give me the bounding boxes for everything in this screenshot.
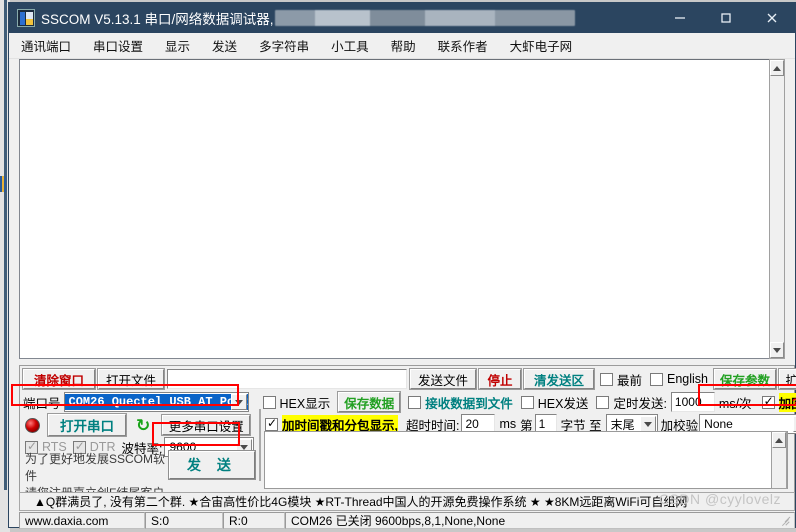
crlf-checkbox[interactable]: 加回车换行 [761,392,796,412]
clear-window-button[interactable]: 清除窗口 [22,368,96,390]
port-select-chevron-down-icon[interactable] [230,394,247,410]
clear-send-area-button[interactable]: 清发送区 [523,368,595,390]
port-row: 端口号 COM26 Quectel USB AT Port HEX显示 保存数据… [23,391,796,413]
receive-text-area[interactable] [19,59,779,359]
menu-item-tools[interactable]: 小工具 [331,36,369,55]
status-bar: www.daxia.com S:0 R:0 COM26 已关闭 9600bps,… [19,512,795,529]
send-file-button[interactable]: 发送文件 [409,368,477,390]
port-select-value: COM26 Quectel USB AT Port [64,394,248,410]
serial-row: 打开串口 ↻ 更多串口设置 [25,413,252,437]
english-checkbox[interactable]: English [650,372,708,386]
stop-button[interactable]: 停止 [478,368,522,390]
annotation-question-mark: ? [792,397,796,409]
panel-divider [259,409,261,481]
extend-button[interactable]: 扩展 [778,368,796,390]
scroll-down-icon[interactable] [770,342,784,358]
timed-send-unit-label: ms/次 [718,396,752,411]
timed-send-label: 定时发送: [613,396,667,411]
send-button[interactable]: 发 送 [168,450,256,480]
timestamp-checkbox-box[interactable] [265,416,278,431]
save-params-button[interactable]: 保存参数 [713,368,778,390]
topmost-label: 最前 [617,373,643,388]
menu-item-help[interactable]: 帮助 [391,36,416,55]
toolbar-row: 清除窗口 打开文件 发送文件 停止 清发送区 最前 English 保存参数 扩… [22,368,796,390]
send-text-area[interactable] [264,431,788,489]
hex-display-checkbox-box[interactable] [262,395,276,409]
status-led-icon [25,417,40,433]
port-number-label: 端口号 [23,396,61,411]
timeout-unit-label: ms [499,417,517,431]
timed-send-checkbox[interactable]: 定时发送: [596,393,667,412]
window-title: SSCOM V5.13.1 串口/网络数据调试器, [41,12,274,27]
window-controls [657,3,795,33]
title-redaction-block [274,10,575,26]
hex-send-checkbox-box[interactable] [520,395,534,409]
status-received: R:0 [223,512,285,529]
scroll-up-icon[interactable] [770,60,784,76]
topmost-checkbox[interactable]: 最前 [600,370,642,389]
status-sent: S:0 [145,512,223,529]
topmost-checkbox-box[interactable] [600,372,613,386]
hex-display-label: HEX显示 [279,396,331,411]
menu-item-multi-string[interactable]: 多字符串 [259,36,309,55]
byte-end-select-value: 末尾 [610,417,635,432]
recv-to-file-checkbox-box[interactable] [408,395,422,409]
sscom-main-window: SSCOM V5.13.1 串口/网络数据调试器, 通讯端口 串口设置 显示 发… [8,2,796,529]
promo-line-1: 为了更好地发展SSCOM软件 [25,452,166,483]
promo-note: 为了更好地发展SSCOM软件 请您注册嘉立创F结尾客户 [25,451,173,500]
recv-to-file-label: 接收数据到文件 [425,396,513,411]
checksum-select-value: None [704,417,733,431]
menu-item-serial-settings[interactable]: 串口设置 [93,36,143,55]
csdn-watermark: CSDN @cyylovelz [658,491,781,507]
crlf-checkbox-box[interactable] [761,394,775,409]
menu-item-send[interactable]: 发送 [212,36,237,55]
menu-item-comm-port[interactable]: 通讯端口 [21,36,71,55]
english-label: English [667,372,709,386]
receive-scrollbar[interactable] [769,59,785,359]
app-icon [17,9,35,27]
open-port-button[interactable]: 打开串口 [47,413,127,437]
port-select[interactable]: COM26 Quectel USB AT Port [63,392,249,412]
send-area-scrollbar[interactable] [771,431,787,489]
control-panel: 清除窗口 打开文件 发送文件 停止 清发送区 最前 English 保存参数 扩… [19,365,796,500]
minimize-icon[interactable] [657,3,703,33]
refresh-icon[interactable]: ↻ [136,417,150,434]
hex-display-checkbox[interactable]: HEX显示 [262,393,331,412]
open-file-button[interactable]: 打开文件 [97,368,165,390]
title-bar: SSCOM V5.13.1 串口/网络数据调试器, [9,3,795,33]
close-icon[interactable] [749,3,795,33]
status-port-state: COM26 已关闭 9600bps,8,1,None,None [285,512,795,529]
status-site[interactable]: www.daxia.com [19,512,145,529]
menu-bar: 通讯端口 串口设置 显示 发送 多字符串 小工具 帮助 联系作者 大虾电子网 [9,33,795,59]
hex-send-label: HEX发送 [537,396,589,411]
menu-item-display[interactable]: 显示 [165,36,190,55]
timed-send-interval-input[interactable]: 1000 [670,392,715,412]
send-scroll-up-icon[interactable] [772,432,786,448]
hex-send-checkbox[interactable]: HEX发送 [520,393,589,412]
menu-item-contact-author[interactable]: 联系作者 [438,36,488,55]
desktop-window-edge [4,0,7,490]
english-checkbox-box[interactable] [650,372,664,386]
file-path-input[interactable] [167,369,407,389]
desktop-partial-icon [0,176,6,192]
more-serial-settings-button[interactable]: 更多串口设置 [161,414,252,436]
timed-send-checkbox-box[interactable] [596,395,610,409]
resize-grip[interactable] [779,512,793,527]
recv-to-file-checkbox[interactable]: 接收数据到文件 [408,393,513,412]
maximize-icon[interactable] [703,3,749,33]
menu-item-daxia-web[interactable]: 大虾电子网 [510,36,573,55]
byte-end-chevron-down-icon[interactable] [639,416,656,432]
save-data-button[interactable]: 保存数据 [337,391,402,413]
